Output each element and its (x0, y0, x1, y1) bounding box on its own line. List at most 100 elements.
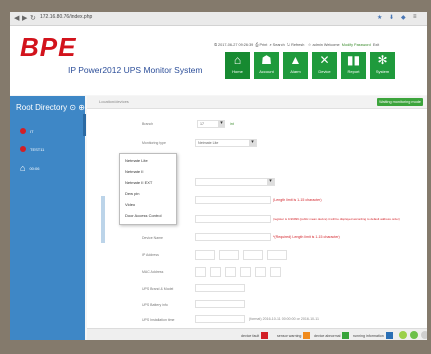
form-scrollbar[interactable] (101, 196, 105, 243)
sidebar-item-test11[interactable]: TEST11 (20, 146, 44, 152)
device-ip-input[interactable] (195, 196, 271, 204)
mac-part-4[interactable] (240, 267, 251, 277)
nav-tile-alarm[interactable]: ▲ Alarm (283, 52, 308, 79)
ip-octet-4[interactable] (267, 250, 287, 260)
ups-brand-label: UPS Brand & Model (142, 287, 174, 291)
monitoring-type-label: Monitoring type (142, 141, 166, 145)
device-name-input[interactable] (195, 233, 271, 241)
monitoring-type-select[interactable]: Netmate Lite (195, 139, 257, 147)
sidebar-item-label: 00:06 (29, 165, 40, 171)
refresh-link[interactable]: Refresh (291, 43, 304, 47)
ip-octet-2[interactable] (219, 250, 239, 260)
monitoring-type-dropdown: Netmate Lite Netmate II Netmate II EXT D… (119, 153, 177, 225)
dropdown-option[interactable]: Netmate Lite (125, 158, 148, 163)
ups-install-input[interactable] (195, 315, 245, 323)
refresh-icon: ↻ (286, 43, 291, 47)
users-icon: ☗ (261, 53, 272, 67)
mac-part-2[interactable] (210, 267, 221, 277)
mac-label: MAC Address (142, 270, 164, 274)
mac-part-3[interactable] (225, 267, 236, 277)
nav-tile-report[interactable]: ▮▮ Report (341, 52, 366, 79)
nav-tile-label: Home (232, 69, 243, 74)
sidebar: Root Directory ⊙ ⊕ IT TEST11 ⌂ 00:06 (10, 96, 85, 340)
warning-icon: ▲ (289, 53, 302, 67)
mac-part-1[interactable] (195, 267, 206, 277)
device-name-label: Device Name (142, 236, 164, 240)
home-icon: ⌂ (233, 53, 242, 67)
gear-icon: ✻ (377, 53, 388, 67)
nav-tile-label: Alarm (290, 69, 301, 74)
back-icon[interactable]: ◀ (14, 14, 19, 22)
dropdown-option[interactable]: Netmate II EXT (125, 180, 152, 185)
legend-swatch (342, 332, 350, 339)
app-header: BPE IP Power2012 UPS Monitor System ⏲ 20… (10, 26, 427, 95)
user-icon: ☺ (307, 43, 312, 47)
nav-tile-device[interactable]: ✕ Device (312, 52, 337, 79)
bar-chart-icon: ▮▮ (346, 53, 361, 67)
tab-bar: Location/devices Waiting monitoring mode (87, 96, 427, 109)
nav-tile-system[interactable]: ✻ System (370, 52, 395, 79)
star-icon[interactable]: ★ (377, 14, 382, 21)
nav-tile-account[interactable]: ☗ Account (254, 52, 279, 79)
chevron-down-icon[interactable]: ▾ (267, 178, 274, 185)
dropdown-option[interactable]: Door Access Control (125, 213, 161, 218)
sidebar-title-text: Root Directory (16, 103, 68, 112)
status-indicator-icon (410, 331, 418, 339)
linkage-input[interactable] (195, 215, 271, 223)
chevron-down-icon[interactable]: ▾ (218, 120, 225, 127)
nav-tile-label: Account (259, 69, 274, 74)
home-icon: ⌂ (20, 163, 26, 173)
download-icon[interactable]: ⬇ (389, 14, 394, 21)
tab-location[interactable]: Location/devices (99, 99, 129, 104)
menu-icon[interactable]: ≡ (413, 14, 417, 20)
dropdown-option[interactable]: Netmate II (125, 169, 143, 174)
browser-window: ◀ ▶ ↻ 172.16.80.76/index.php ★ ⬇ ◆ ≡ BPE… (10, 12, 427, 340)
tools-icon: ✕ (319, 53, 330, 67)
forward-icon[interactable]: ▶ (22, 14, 27, 22)
status-indicator-icon (421, 331, 427, 339)
ip-octet-1[interactable] (195, 250, 215, 260)
exit-link[interactable]: Exit (373, 43, 379, 47)
nav-tile-label: Device (318, 69, 331, 74)
branch-unit: int (230, 122, 234, 126)
sidebar-item-label: TEST11 (30, 146, 45, 152)
ip-octet-3[interactable] (243, 250, 263, 260)
legend-swatch (261, 332, 269, 339)
mac-part-5[interactable] (255, 267, 266, 277)
top-links: ⏲ 2017-06-27 09:26:39 ⎙ Print ⌕ Search ↻… (214, 43, 379, 47)
datetime-text: 2017-06-27 09:26:39 (218, 43, 254, 47)
ups-battery-input[interactable] (195, 300, 245, 308)
search-link[interactable]: Search (273, 43, 285, 47)
legend-device-abnormal: device abnormal (314, 332, 350, 339)
nav-tile-home[interactable]: ⌂ Home (225, 52, 250, 79)
ups-install-hint: (format) 2016-10-11 00:00:00 or 2016-10-… (249, 317, 319, 321)
reload-icon[interactable]: ↻ (30, 14, 36, 22)
dropdown-option[interactable]: Dew pin (125, 191, 139, 196)
alarm-dot-icon (20, 128, 26, 134)
sidebar-resize-handle[interactable] (83, 114, 86, 136)
status-badge: Waiting monitoring mode (377, 98, 423, 106)
sidebar-item-it[interactable]: IT (20, 128, 34, 134)
legend-device-fault: device fault (241, 332, 269, 339)
collapse-icon[interactable]: ⊙ (69, 103, 76, 112)
shield-icon[interactable]: ◆ (401, 14, 406, 21)
address-bar[interactable]: 172.16.80.76/index.php (40, 14, 92, 20)
settings-icon[interactable]: ⊕ (78, 103, 85, 112)
device-type-select[interactable] (195, 178, 275, 186)
legend-label: running information (353, 333, 384, 338)
clock-icon: ⏲ (214, 43, 217, 47)
chevron-down-icon[interactable]: ▾ (249, 139, 256, 146)
status-indicator-icon (399, 331, 407, 339)
alarm-dot-icon (20, 146, 26, 152)
modify-password-link[interactable]: Modify Password (342, 43, 371, 47)
print-link[interactable]: Print (260, 43, 268, 47)
mac-part-6[interactable] (270, 267, 281, 277)
monitoring-type-value: Netmate Lite (198, 141, 219, 145)
dropdown-option[interactable]: Video (125, 202, 135, 207)
print-icon: ⎙ (255, 43, 259, 47)
browser-toolbar: ◀ ▶ ↻ 172.16.80.76/index.php ★ ⬇ ◆ ≡ (10, 12, 427, 26)
sidebar-item-0006[interactable]: ⌂ 00:06 (20, 163, 39, 173)
status-legend-bar: device fault sensor warning device abnor… (87, 328, 427, 340)
branch-value: 17 (200, 122, 204, 126)
ups-brand-input[interactable] (195, 284, 245, 292)
